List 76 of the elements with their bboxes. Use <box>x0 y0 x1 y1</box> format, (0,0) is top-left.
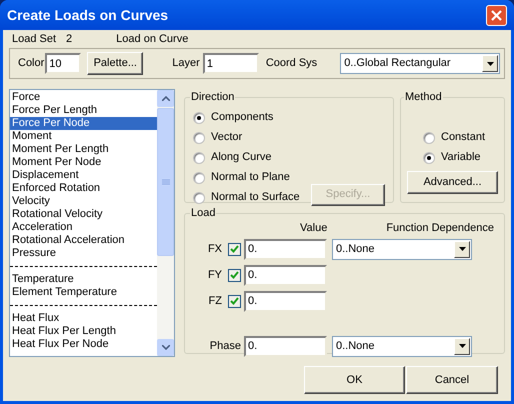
direction-title: Direction <box>190 90 236 105</box>
function-header: Function Dependence <box>386 221 494 236</box>
list-item[interactable]: Heat Flux <box>10 312 157 325</box>
radio-button[interactable] <box>423 152 435 164</box>
up-chevron-icon <box>162 96 170 101</box>
cancel-button[interactable]: Cancel <box>406 366 498 394</box>
component-label: FX <box>206 242 222 257</box>
dropdown[interactable]: 0..None <box>332 336 472 356</box>
close-button[interactable] <box>486 4 507 26</box>
radio-label: Normal to Plane <box>211 170 290 186</box>
value-field[interactable]: 0. <box>244 290 327 312</box>
dropdown[interactable]: 0..None <box>332 238 472 260</box>
radio-button[interactable] <box>193 112 205 124</box>
list-item[interactable]: Heat Flux Per Length <box>10 325 157 338</box>
down-chevron-icon <box>162 345 170 350</box>
radio-button[interactable] <box>193 132 205 144</box>
layer-field[interactable]: 1 <box>202 53 259 74</box>
value-field[interactable]: 0. <box>244 264 327 286</box>
grip-icon <box>162 178 170 186</box>
method-title: Method <box>404 90 443 105</box>
list-item[interactable]: Enforced Rotation <box>10 182 157 195</box>
list-item[interactable]: Force Per Length <box>10 104 157 117</box>
list-item[interactable]: Rotational Acceleration <box>10 234 157 247</box>
load-title: Load <box>190 206 216 221</box>
radio-label: Variable <box>441 150 481 166</box>
dropdown-arrow-icon <box>458 344 466 348</box>
list-item[interactable]: Moment Per Length <box>10 143 157 156</box>
list-item[interactable]: Force Per Node <box>10 117 157 130</box>
list-item[interactable]: Heat Flux Per Node <box>10 338 157 351</box>
radio-label: Along Curve <box>211 150 272 166</box>
color-label: Color <box>18 56 44 72</box>
scroll-down-button[interactable] <box>157 339 174 356</box>
value-header: Value <box>300 221 328 236</box>
radio-button[interactable] <box>193 152 205 164</box>
phase-field[interactable]: 0. <box>244 336 327 356</box>
coord-sys-label: Coord Sys <box>266 56 318 72</box>
scroll-up-button[interactable] <box>157 90 174 107</box>
radio-button[interactable] <box>193 172 205 184</box>
radio-label: Normal to Surface <box>211 190 300 206</box>
window-title: Create Loads on Curves <box>7 6 168 24</box>
list-item[interactable]: Moment <box>10 130 157 143</box>
phase-label: Phase <box>208 338 241 354</box>
color-field[interactable]: 10 <box>45 53 82 74</box>
dropdown-arrow-icon <box>458 247 466 251</box>
list-item[interactable]: Pressure <box>10 247 157 260</box>
close-icon <box>491 10 502 20</box>
checkbox[interactable] <box>228 268 241 282</box>
component-label: FZ <box>208 294 222 309</box>
scroll-thumb[interactable] <box>157 108 174 256</box>
dropdown[interactable]: 0..Global Rectangular <box>340 53 500 74</box>
load-set-label: Load Set <box>11 32 56 47</box>
scrollbar[interactable] <box>157 90 174 356</box>
checkbox[interactable] <box>228 242 241 256</box>
list-item[interactable]: Acceleration <box>10 221 157 234</box>
radio-label: Components <box>211 110 274 126</box>
list-item[interactable]: Moment Per Node <box>10 156 157 169</box>
radio-label: Constant <box>441 130 486 146</box>
list-item[interactable]: Force <box>10 91 157 104</box>
radio-button[interactable] <box>423 132 435 144</box>
load-set-value: 2 <box>66 32 72 47</box>
checkbox[interactable] <box>228 294 241 308</box>
list-item[interactable]: Displacement <box>10 169 157 182</box>
layer-label: Layer <box>172 56 200 72</box>
palette-button[interactable]: Palette... <box>87 52 144 75</box>
component-label: FY <box>206 268 222 283</box>
list-item[interactable]: Element Temperature <box>10 286 157 299</box>
radio-label: Vector <box>211 130 242 146</box>
load-type-label: Load on Curve <box>116 32 188 47</box>
advanced-button[interactable]: Advanced... <box>407 170 498 194</box>
list-item[interactable]: Temperature <box>10 273 157 286</box>
value-field[interactable]: 0. <box>244 238 327 260</box>
radio-button[interactable] <box>193 192 205 204</box>
list-item[interactable]: Velocity <box>10 195 157 208</box>
dropdown-arrow-icon <box>486 62 494 66</box>
list-item[interactable]: Rotational Velocity <box>10 208 157 221</box>
ok-button[interactable]: OK <box>304 366 405 394</box>
